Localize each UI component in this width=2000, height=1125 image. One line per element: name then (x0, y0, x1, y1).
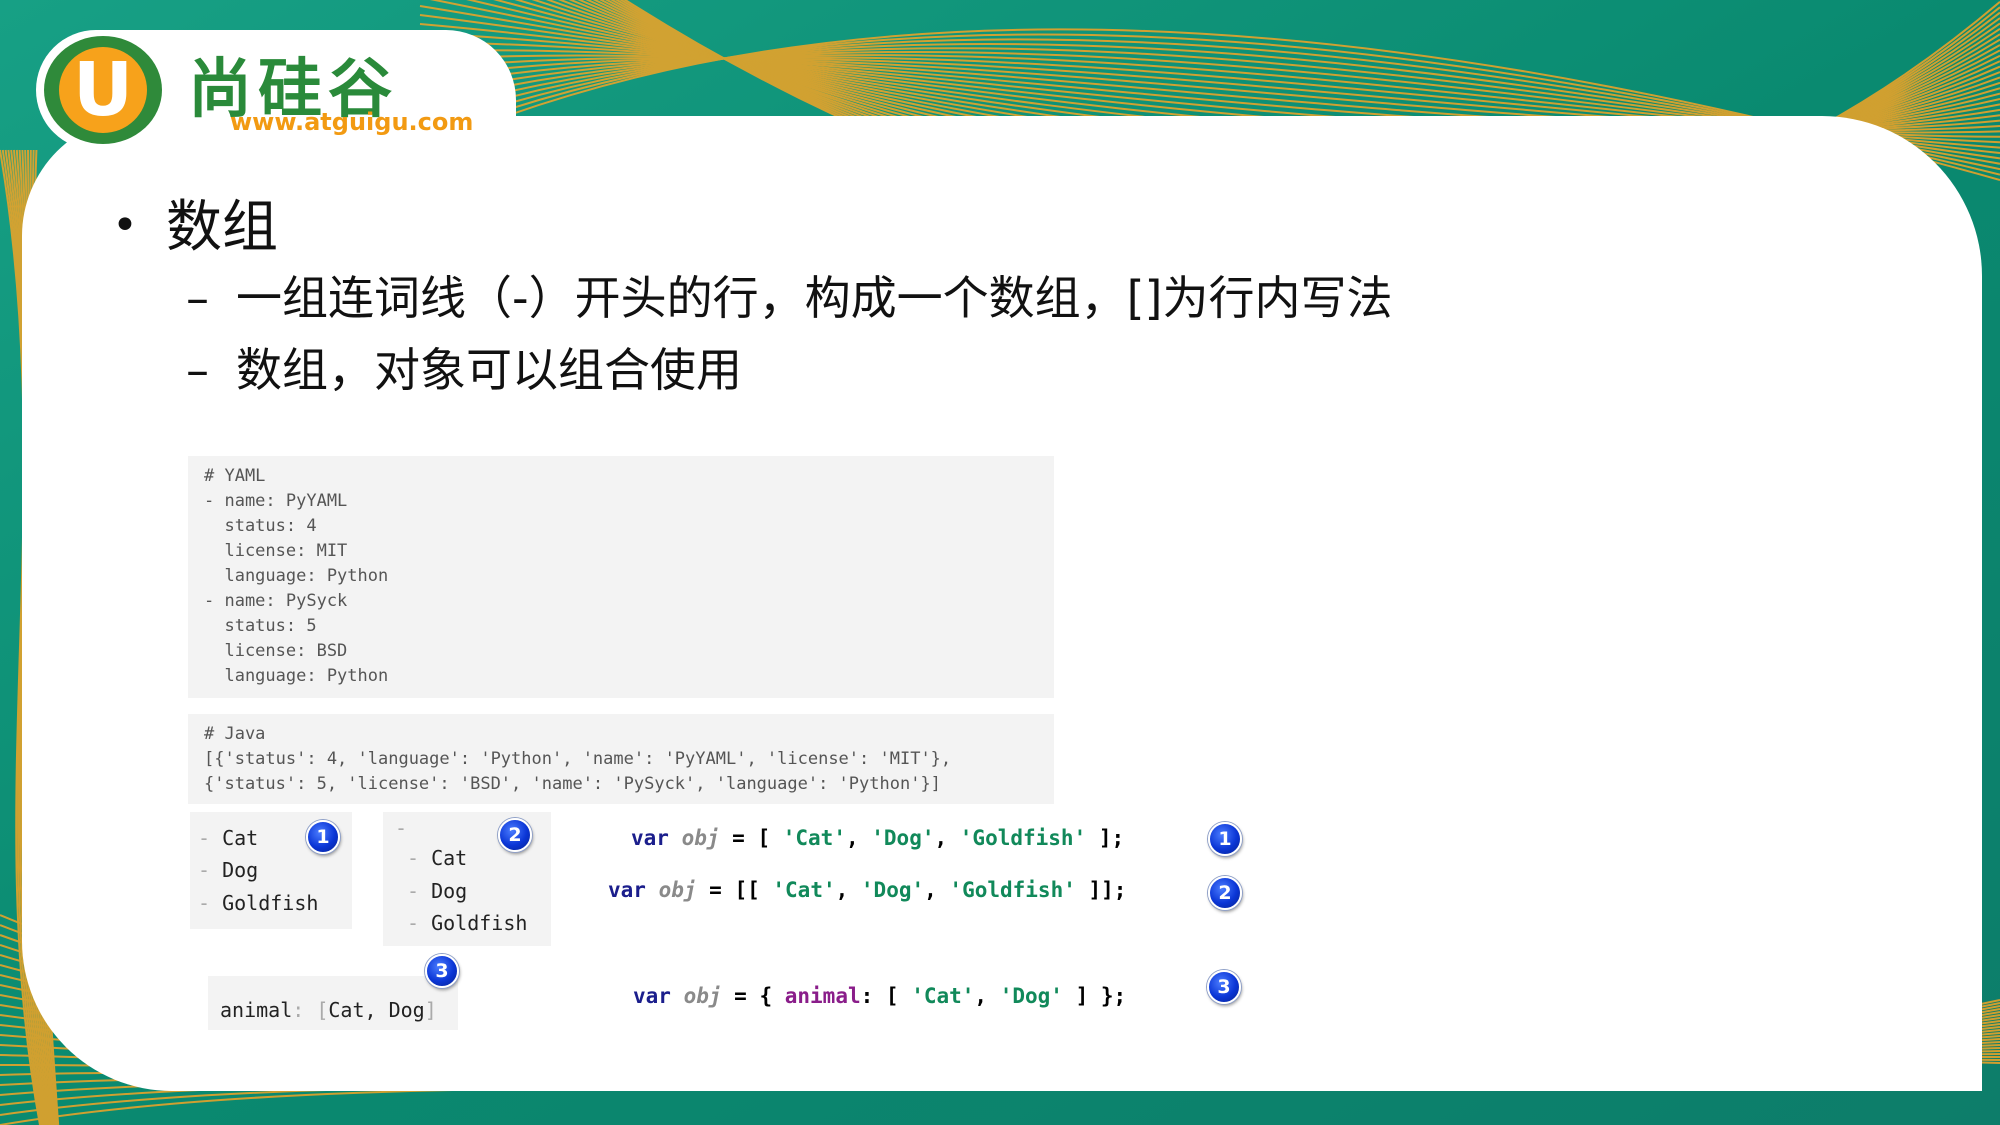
js-line-1: var obj = [ 'Cat', 'Dog', 'Goldfish' ]; (631, 826, 1125, 850)
list-item: - Dog (407, 879, 468, 903)
badge-1: 1 (1208, 822, 1242, 856)
bullet-heading: • 数组 (112, 182, 278, 263)
logo-emblem: U (44, 36, 162, 144)
badge-1: 1 (306, 820, 340, 854)
js-line-2: var obj = [[ 'Cat', 'Dog', 'Goldfish' ]]… (608, 878, 1127, 902)
list-item: - Goldfish (407, 911, 528, 935)
sub-bullet-1: – 一组连词线（-）开头的行，构成一个数组，[]为行内写法 (186, 262, 1393, 328)
inline-array-line: animal: [Cat, Dog] (220, 998, 437, 1022)
badge-3: 3 (1207, 970, 1241, 1004)
bullet-heading-text: 数组 (166, 195, 278, 260)
sub-bullet-2-text: 数组，对象可以组合使用 (236, 343, 742, 397)
js-line-3: var obj = { animal: [ 'Cat', 'Dog' ] }; (633, 984, 1127, 1008)
badge-2: 2 (1208, 876, 1242, 910)
sub-bullet-1-text: 一组连词线（-）开头的行，构成一个数组，[]为行内写法 (236, 271, 1393, 325)
list-item: - Dog (198, 858, 259, 882)
java-code-block: # Java [{'status': 4, 'language': 'Pytho… (188, 714, 1054, 804)
sub-bullet-2: – 数组，对象可以组合使用 (186, 334, 742, 400)
yaml-inline-example: animal: [Cat, Dog] (208, 976, 458, 1030)
dash-marker: – (186, 343, 209, 397)
logo-url: www.atguigu.com (230, 108, 474, 136)
list-item: - Goldfish (198, 891, 319, 915)
list-item: - Cat (198, 826, 259, 850)
logo-letter: U (59, 47, 147, 133)
badge-3: 3 (425, 954, 459, 988)
dash-marker: – (186, 271, 209, 325)
badge-2: 2 (498, 818, 532, 852)
list-item: - Cat (407, 846, 468, 870)
list-parent-marker: - (395, 816, 408, 840)
bullet-dot: • (112, 200, 138, 251)
yaml-code-block: # YAML - name: PyYAML status: 4 license:… (188, 456, 1054, 698)
atguigu-logo: U 尚硅谷 www.atguigu.com (36, 30, 516, 150)
